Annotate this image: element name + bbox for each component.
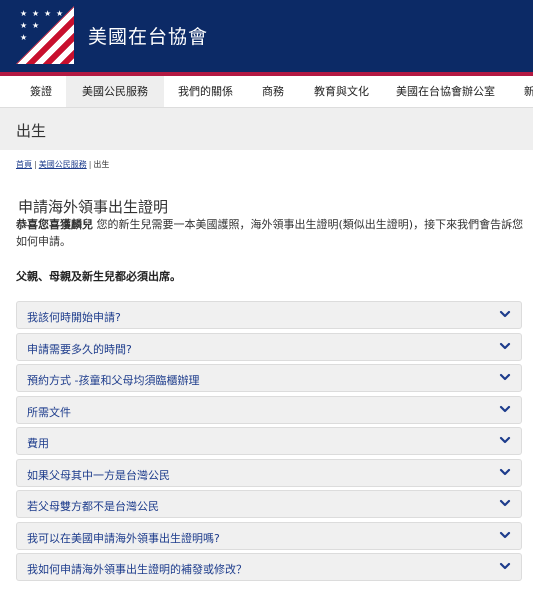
nav-item-education-culture[interactable]: 教育與文化 [298,76,385,107]
star-icon: ★ [32,21,40,30]
star-icon: ★ [44,9,52,18]
chevron-down-icon[interactable] [499,371,511,383]
intro-paragraph: 恭喜您喜獲麟兒 您的新生兒需要一本美國護照，海外領事出生證明(類似出生證明)，接… [16,216,526,250]
breadcrumb-home-link[interactable]: 首頁 [16,160,32,169]
star-icon: ★ [20,33,28,42]
chevron-down-icon[interactable] [499,340,511,352]
flag-logo-icon[interactable]: ★ ★ ★ ★ ★ ★ ★ [16,6,74,64]
accordion-item[interactable]: 費用 [16,427,522,455]
nav-item-visa[interactable]: 簽證 [14,76,68,107]
accordion-item[interactable]: 我如何申請海外領事出生證明的補發或修改？ [16,553,522,581]
site-header: ★ ★ ★ ★ ★ ★ ★ 美國在台協會 [0,0,533,76]
accordion-item[interactable]: 我可以在美國申請海外領事出生證明嗎? [16,521,522,550]
accordion-item-label: 申請需要多久的時間? [27,342,132,356]
accordion-item-label: 所需文件 [27,405,71,419]
accordion-item[interactable]: 所需文件 [16,395,522,424]
chevron-down-icon[interactable] [499,560,511,572]
accordion-item[interactable]: 我該何時開始申請? [16,301,522,329]
accordion-item[interactable]: 如果父母其中一方是台灣公民 [16,458,522,487]
chevron-down-icon[interactable] [499,529,511,541]
main-nav: 簽證 美國公民服務 我們的關係 商務 教育與文化 美國在台協會辦公室 新 [0,76,533,108]
chevron-down-icon[interactable] [499,308,511,320]
star-icon: ★ [20,21,28,30]
breadcrumb-separator: | [34,160,37,169]
page-title: 出生 [16,122,47,140]
accordion-item-label: 我可以在美國申請海外領事出生證明嗎? [27,531,220,545]
star-icon: ★ [32,9,40,18]
accordion-item[interactable]: 若父母雙方都不是台灣公民 [16,490,522,518]
breadcrumb-citizen-services-link[interactable]: 美國公民服務 [39,160,87,169]
intro-bold-text: 恭喜您喜獲麟兒 [16,218,93,231]
nav-item-news[interactable]: 新 [508,76,533,107]
chevron-down-icon[interactable] [499,497,511,509]
breadcrumb: 首頁 | 美國公民服務 | 出生 [16,159,109,170]
chevron-down-icon[interactable] [499,434,511,446]
nav-item-business[interactable]: 商務 [246,76,300,107]
accordion-item-label: 我該何時開始申請? [27,311,121,324]
faq-accordion: 我該何時開始申請? 申請需要多久的時間? 預約方式 -孩童和父母均須臨櫃辦理 所… [16,301,522,585]
accordion-item-label: 如果父母其中一方是台灣公民 [27,468,170,482]
site-title[interactable]: 美國在台協會 [88,22,208,49]
star-icon: ★ [20,9,28,18]
attendance-notice: 父親、母親及新生兒都必須出席。 [16,270,181,283]
accordion-item[interactable]: 申請需要多久的時間? [16,332,522,361]
nav-item-citizen-services[interactable]: 美國公民服務 [66,76,164,107]
nav-item-relationship[interactable]: 我們的關係 [162,76,249,107]
accordion-item-label: 若父母雙方都不是台灣公民 [27,500,159,513]
accordion-item-label: 預約方式 -孩童和父母均須臨櫃辦理 [27,374,200,387]
accordion-item[interactable]: 預約方式 -孩童和父母均須臨櫃辦理 [16,364,522,392]
chevron-down-icon[interactable] [499,466,511,478]
chevron-down-icon[interactable] [499,403,511,415]
nav-item-ait-offices[interactable]: 美國在台協會辦公室 [380,76,511,107]
accordion-item-label: 費用 [27,437,49,450]
intro-text: 您的新生兒需要一本美國護照，海外領事出生證明(類似出生證明)，接下來我們會告訴您… [16,218,524,248]
page-banner: 出生 [0,108,533,150]
star-icon: ★ [56,9,64,18]
accordion-item-label: 我如何申請海外領事出生證明的補發或修改？ [27,563,247,576]
breadcrumb-current: 出生 [93,160,110,169]
section-heading: 申請海外領事出生證明 [18,198,169,216]
